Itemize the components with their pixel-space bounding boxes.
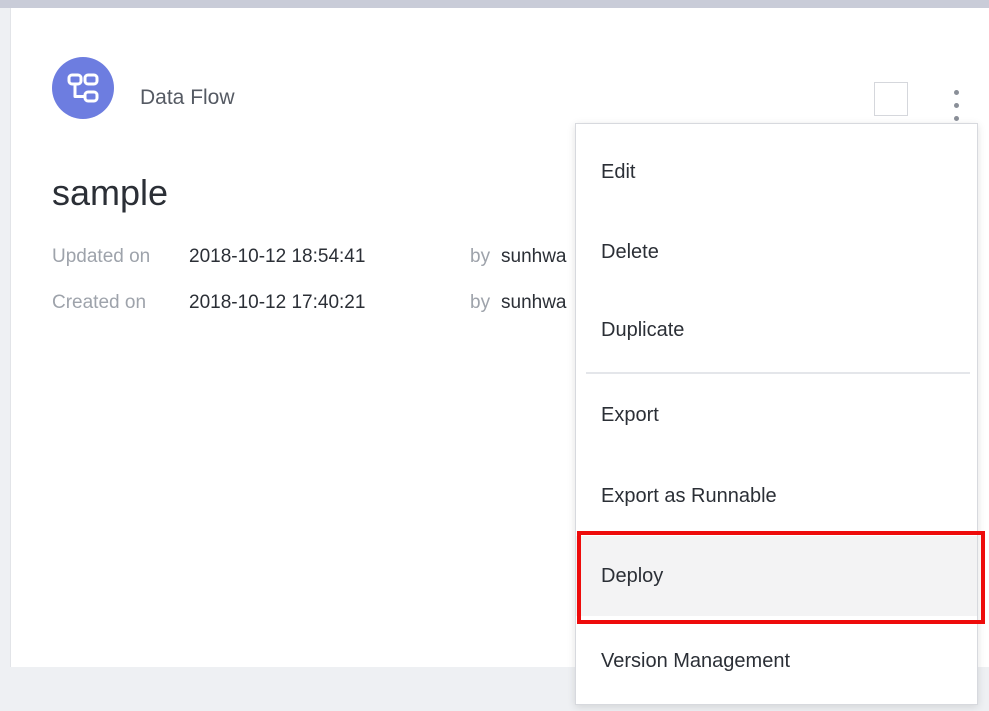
card-type-label: Data Flow (140, 86, 235, 109)
data-flow-icon (52, 57, 114, 119)
menu-item-deploy[interactable]: Deploy (576, 536, 977, 616)
menu-item-export[interactable]: Export (576, 375, 977, 455)
card-context-menu: Edit Delete Duplicate Export Export as R… (575, 123, 978, 705)
created-label: Created on (52, 292, 147, 313)
created-by-user: sunhwa (501, 292, 567, 313)
top-divider (0, 0, 989, 8)
more-options-icon[interactable] (949, 88, 965, 124)
updated-by-user: sunhwa (501, 246, 567, 267)
card-select-checkbox[interactable] (874, 82, 908, 116)
updated-label: Updated on (52, 246, 151, 267)
menu-item-export-runnable[interactable]: Export as Runnable (576, 456, 977, 536)
menu-item-delete[interactable]: Delete (576, 212, 977, 292)
menu-divider (586, 372, 970, 374)
updated-by-label: by (470, 246, 491, 267)
created-by-label: by (470, 292, 491, 313)
card-title: sample (52, 172, 169, 213)
updated-timestamp: 2018-10-12 18:54:41 (189, 246, 366, 267)
menu-item-version-management[interactable]: Version Management (576, 621, 977, 701)
created-timestamp: 2018-10-12 17:40:21 (189, 292, 366, 313)
menu-item-edit[interactable]: Edit (576, 132, 977, 212)
menu-item-duplicate[interactable]: Duplicate (576, 290, 977, 370)
